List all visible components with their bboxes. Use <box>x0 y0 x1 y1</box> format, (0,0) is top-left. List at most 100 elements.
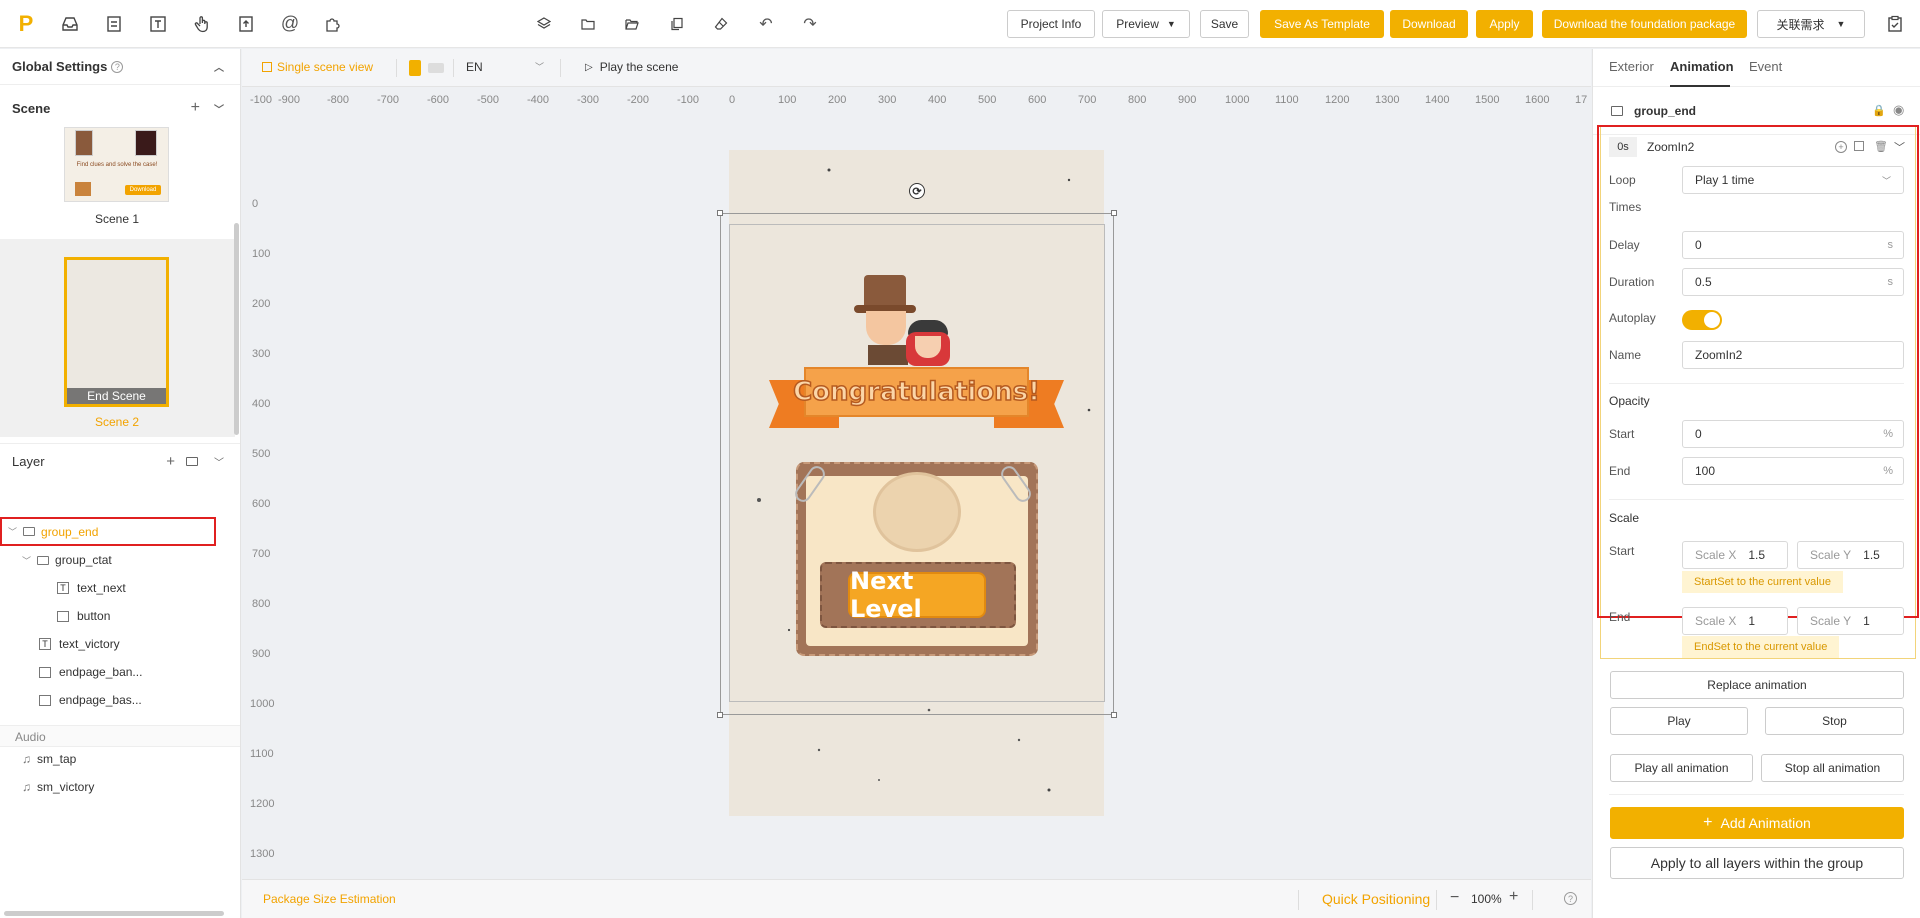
zoom-in-icon[interactable]: + <box>1509 888 1518 906</box>
layer-name: group_end <box>41 524 99 539</box>
scene2-label[interactable]: Scene 2 <box>60 415 174 429</box>
download-foundation-button[interactable]: Download the foundation package <box>1542 10 1747 38</box>
scale-end-y-input[interactable]: Scale Y 1 <box>1797 607 1904 635</box>
opacity-start-input[interactable]: 0 % <box>1682 420 1904 448</box>
scene-thumb-2[interactable]: End Scene <box>64 257 169 407</box>
trash-icon[interactable]: 🗑 <box>1874 140 1888 153</box>
play-scene-button[interactable]: ▷ Play the scene <box>585 60 678 74</box>
eraser-icon[interactable] <box>712 15 730 33</box>
chevron-down-icon[interactable]: ﹀ <box>22 554 31 567</box>
add-scene-icon[interactable]: + <box>191 99 200 117</box>
tab-exterior[interactable]: Exterior <box>1609 59 1654 74</box>
save-as-template-button[interactable]: Save As Template <box>1260 10 1384 38</box>
add-layer-icon[interactable]: + <box>166 453 175 470</box>
zoom-level[interactable]: 100% <box>1471 892 1502 906</box>
duplicate-icon[interactable] <box>1854 141 1864 151</box>
ruler-tick: 1200 <box>250 798 275 810</box>
inbox-icon[interactable] <box>60 14 80 34</box>
name-input[interactable]: ZoomIn2 <box>1682 341 1904 369</box>
layer-item-text-next[interactable]: T text_next <box>0 574 240 602</box>
help-icon[interactable]: ? <box>111 60 124 73</box>
project-info-button[interactable]: Project Info <box>1007 10 1095 38</box>
left-h-scrollbar[interactable] <box>4 911 224 916</box>
color-swatch-yellow[interactable] <box>409 60 421 76</box>
download-button[interactable]: Download <box>1390 10 1468 38</box>
collapse-icon[interactable]: ︿ <box>214 59 224 74</box>
resize-handle[interactable] <box>717 712 723 718</box>
list-icon[interactable] <box>104 14 124 34</box>
clipboard-check-icon[interactable] <box>1884 13 1906 35</box>
save-button[interactable]: Save <box>1200 10 1249 38</box>
duration-input[interactable]: 0.5 s <box>1682 268 1904 296</box>
logo-icon[interactable]: P <box>14 11 38 36</box>
copy-icon[interactable] <box>668 15 686 33</box>
end-set-current-button[interactable]: EndSet to the current value <box>1682 636 1840 658</box>
chevron-down-icon[interactable]: ﹀ <box>214 454 224 469</box>
color-swatch-gray[interactable] <box>428 63 444 73</box>
scene-thumb-1[interactable]: Find clues and solve the case! Download <box>64 127 169 202</box>
scale-start-x-input[interactable]: Scale X 1.5 <box>1682 541 1788 569</box>
tab-animation[interactable]: Animation <box>1670 59 1734 74</box>
ruler-tick: -500 <box>477 94 500 106</box>
audio-item-sm-tap[interactable]: ♫ sm_tap <box>0 745 240 773</box>
scale-start-y-input[interactable]: Scale Y 1.5 <box>1797 541 1904 569</box>
text-icon[interactable] <box>148 14 168 34</box>
global-settings-header[interactable]: Global Settings ? ︿ <box>0 49 240 85</box>
related-label: 关联需求 <box>1776 17 1825 32</box>
stop-button[interactable]: Stop <box>1765 707 1904 735</box>
lock-icon[interactable]: 🔒 <box>1872 104 1886 117</box>
layer-item-group-end[interactable]: ﹀ group_end <box>0 517 216 546</box>
layer-item-text-victory[interactable]: T text_victory <box>0 630 240 658</box>
related-requirements-dropdown[interactable]: 关联需求 ▼ <box>1757 10 1865 38</box>
play-button[interactable]: Play <box>1610 707 1748 735</box>
start-set-current-button[interactable]: StartSet to the current value <box>1682 571 1843 593</box>
layers-icon[interactable] <box>535 15 553 33</box>
folder-open-icon[interactable] <box>623 15 641 33</box>
add-circle-icon[interactable]: + <box>1835 141 1847 153</box>
layer-item-endpage-ban[interactable]: endpage_ban... <box>0 658 240 686</box>
add-animation-button[interactable]: + Add Animation <box>1610 807 1904 839</box>
replace-animation-button[interactable]: Replace animation <box>1610 671 1904 699</box>
language-select[interactable]: EN ﹀ <box>466 60 544 74</box>
scene1-label[interactable]: Scene 1 <box>60 212 174 226</box>
preview-dropdown[interactable]: Preview ▼ <box>1102 10 1190 38</box>
help-icon[interactable]: ? <box>1564 892 1577 905</box>
play-all-animation-button[interactable]: Play all animation <box>1610 754 1753 782</box>
resize-handle[interactable] <box>1111 210 1117 216</box>
folder-icon[interactable] <box>579 15 597 33</box>
layer-item-group-ctat[interactable]: ﹀ group_ctat <box>0 546 240 574</box>
chevron-down-icon[interactable]: ﹀ <box>8 525 17 538</box>
audio-item-sm-victory[interactable]: ♫ sm_victory <box>0 773 240 801</box>
resize-handle[interactable] <box>1111 712 1117 718</box>
chevron-down-icon: ▼ <box>1836 19 1846 29</box>
apply-all-layers-button[interactable]: Apply to all layers within the group <box>1610 847 1904 879</box>
scale-end-x-input[interactable]: Scale X 1 <box>1682 607 1788 635</box>
rotate-handle-icon[interactable]: ⟳ <box>909 183 925 199</box>
stop-all-animation-button[interactable]: Stop all animation <box>1761 754 1904 782</box>
redo-icon[interactable]: ↷ <box>801 15 819 33</box>
layer-item-button[interactable]: button <box>0 602 240 630</box>
folder-icon[interactable] <box>186 457 198 466</box>
resize-handle[interactable] <box>717 210 723 216</box>
quick-positioning-link[interactable]: Quick Positioning <box>1322 891 1430 907</box>
layer-item-endpage-bas[interactable]: endpage_bas... <box>0 686 240 714</box>
frame-icon <box>262 62 272 72</box>
chevron-down-icon[interactable]: ﹀ <box>214 101 224 116</box>
autoplay-toggle[interactable] <box>1682 310 1722 330</box>
hand-pointer-icon[interactable] <box>192 14 212 34</box>
single-scene-view-toggle[interactable]: Single scene view <box>262 60 373 74</box>
eye-icon[interactable]: ◉ <box>1893 102 1904 118</box>
opacity-end-input[interactable]: 100 % <box>1682 457 1904 485</box>
upload-file-icon[interactable] <box>236 14 256 34</box>
tab-event[interactable]: Event <box>1749 59 1782 74</box>
delay-input[interactable]: 0 s <box>1682 231 1904 259</box>
at-icon[interactable]: @ <box>280 13 300 33</box>
chevron-down-icon[interactable]: ﹀ <box>1894 139 1905 155</box>
package-size-link[interactable]: Package Size Estimation <box>263 892 396 906</box>
loop-select[interactable]: Play 1 time ﹀ <box>1682 166 1904 194</box>
undo-icon[interactable]: ↶ <box>757 15 775 33</box>
plugin-icon[interactable] <box>323 14 343 34</box>
zoom-out-icon[interactable]: − <box>1450 889 1459 907</box>
scene-scrollbar[interactable] <box>234 223 239 435</box>
apply-button[interactable]: Apply <box>1476 10 1533 38</box>
